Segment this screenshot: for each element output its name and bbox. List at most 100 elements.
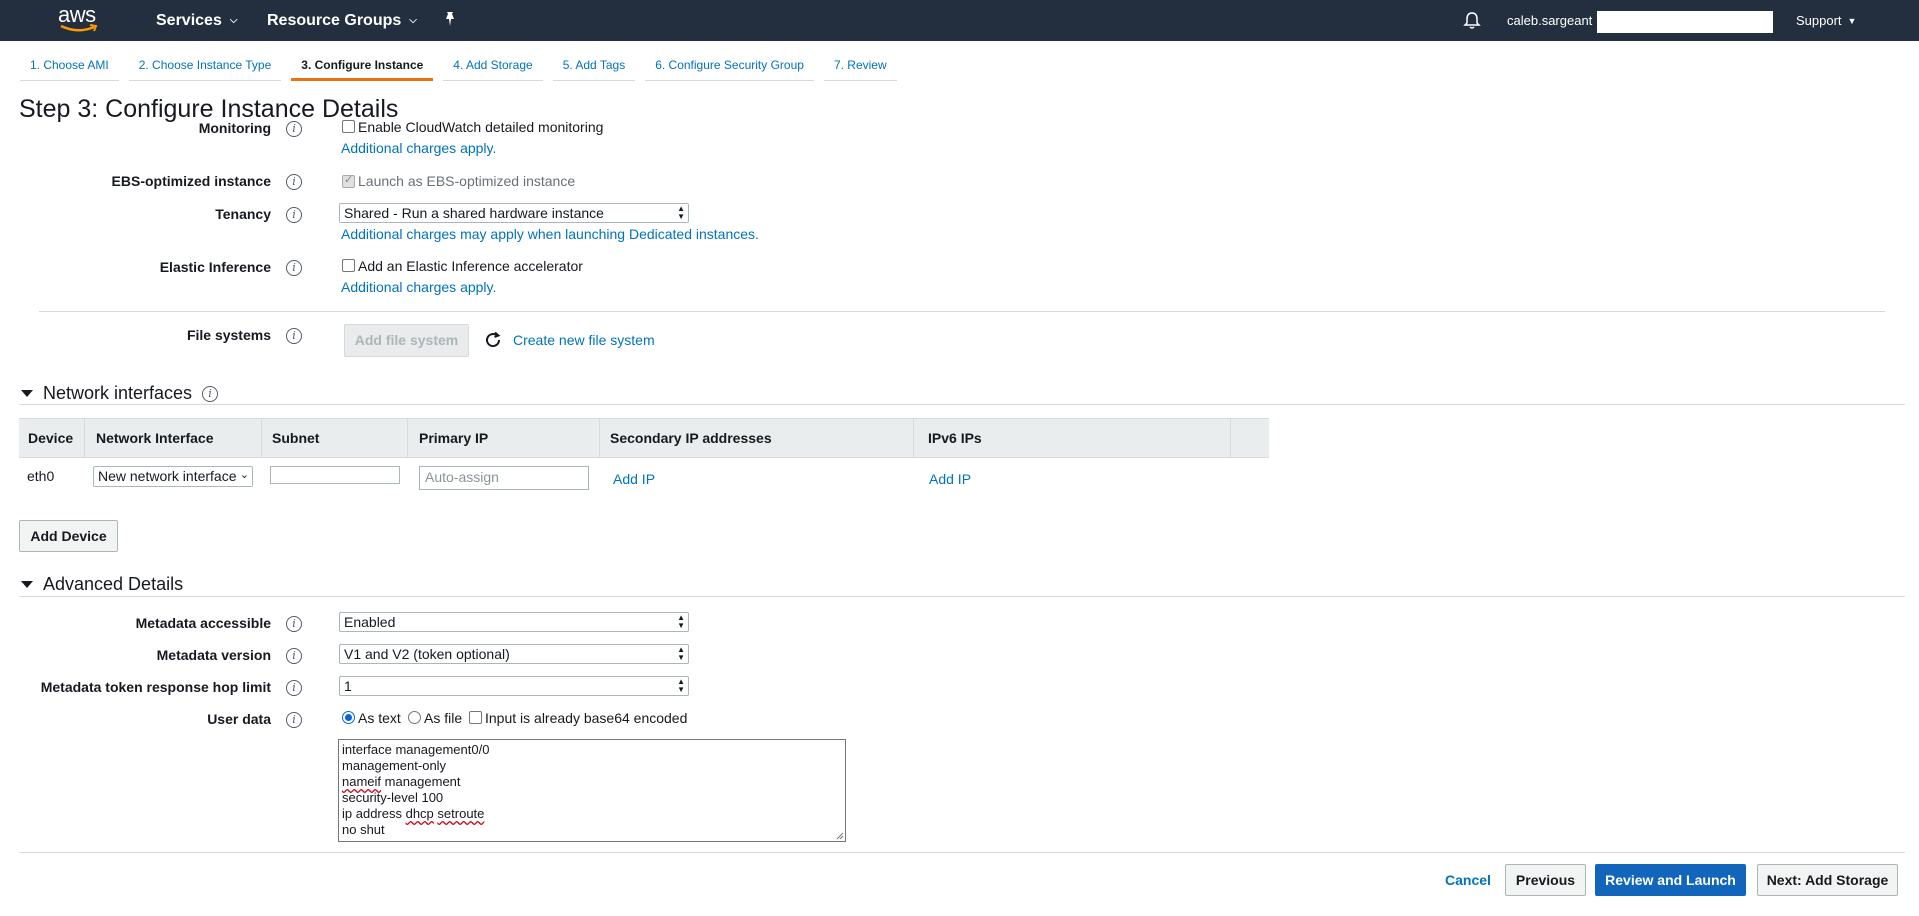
column-header-secondary-ip: Secondary IP addresses — [610, 430, 772, 446]
account-username[interactable]: caleb.sargeant — [1507, 13, 1592, 28]
metadata-accessible-select[interactable]: Enabled ▲ ▼ — [339, 612, 689, 632]
services-menu[interactable]: Services ⌵ — [156, 12, 237, 30]
tab-configure-security-group[interactable]: 6. Configure Security Group — [645, 54, 814, 81]
column-header-device: Device — [28, 430, 74, 446]
metadata-version-value: V1 and V2 (token optional) — [344, 646, 510, 662]
column-separator — [407, 419, 408, 457]
cancel-link[interactable]: Cancel — [1445, 872, 1491, 888]
add-device-button[interactable]: Add Device — [19, 520, 118, 552]
subnet-input[interactable] — [270, 466, 400, 484]
aws-smile-icon — [60, 24, 98, 32]
create-file-system-link[interactable]: Create new file system — [513, 332, 655, 348]
chevron-down-icon: ⌄ — [239, 469, 249, 481]
user-data-line: nameif management — [342, 774, 461, 789]
info-icon[interactable]: i — [286, 121, 302, 137]
add-file-system-button[interactable]: Add file system — [344, 324, 469, 357]
info-icon[interactable]: i — [286, 680, 302, 696]
info-icon[interactable]: i — [202, 385, 219, 402]
as-text-label: As text — [358, 710, 401, 726]
column-header-primary-ip: Primary IP — [419, 430, 489, 446]
select-arrows-icon: ▲ ▼ — [677, 204, 685, 221]
support-menu[interactable]: Support ▼ — [1796, 13, 1856, 28]
spellcheck-word: nameif — [342, 774, 382, 789]
elastic-inference-checkbox[interactable] — [342, 259, 355, 272]
monitoring-charges-link[interactable]: Additional charges apply. — [341, 140, 496, 156]
base64-encoded-label: Input is already base64 encoded — [485, 710, 688, 726]
as-file-radio[interactable] — [408, 711, 421, 724]
refresh-icon[interactable] — [484, 331, 502, 349]
review-and-launch-button[interactable]: Review and Launch — [1595, 864, 1746, 896]
info-icon[interactable]: i — [286, 207, 302, 223]
metadata-accessible-value: Enabled — [344, 614, 396, 630]
next-add-storage-button[interactable]: Next: Add Storage — [1757, 864, 1898, 896]
divider — [19, 852, 1905, 853]
tab-add-tags[interactable]: 5. Add Tags — [552, 54, 636, 81]
select-arrows-icon: ▲ ▼ — [677, 645, 685, 662]
tenancy-charges-link[interactable]: Additional charges may apply when launch… — [341, 226, 759, 242]
resource-groups-menu[interactable]: Resource Groups ⌵ — [267, 12, 417, 30]
info-icon[interactable]: i — [286, 174, 302, 190]
chevron-down-icon: ⌵ — [409, 14, 417, 26]
info-icon[interactable]: i — [286, 648, 302, 664]
advanced-details-header[interactable]: Advanced Details — [21, 574, 183, 595]
tab-choose-instance-type[interactable]: 2. Choose Instance Type — [128, 54, 282, 81]
pin-icon[interactable] — [442, 11, 458, 27]
column-header-network-interface: Network Interface — [96, 430, 214, 446]
tab-choose-ami[interactable]: 1. Choose AMI — [20, 54, 119, 81]
divider — [19, 596, 1905, 597]
info-icon[interactable]: i — [286, 328, 302, 344]
ebs-optimized-checkbox-label: Launch as EBS-optimized instance — [358, 173, 576, 189]
network-interface-value: New network interface — [98, 468, 237, 484]
hop-limit-select[interactable]: 1 ▲ ▼ — [339, 676, 689, 696]
as-file-label: As file — [424, 710, 463, 726]
tenancy-selected-value: Shared - Run a shared hardware instance — [344, 205, 604, 221]
file-systems-label: File systems — [186, 327, 271, 343]
table-header: Device Network Interface Subnet Primary … — [19, 418, 1269, 458]
aws-logo-text: aws — [58, 2, 96, 27]
user-data-textarea[interactable]: interface management0/0 management-only … — [338, 739, 846, 842]
ebs-optimized-label: EBS-optimized instance — [111, 173, 271, 189]
select-arrows-icon: ▲ ▼ — [677, 677, 685, 694]
add-secondary-ip-link[interactable]: Add IP — [613, 471, 655, 487]
select-arrows-icon: ▲ ▼ — [677, 613, 685, 630]
metadata-version-select[interactable]: V1 and V2 (token optional) ▲ ▼ — [339, 644, 689, 664]
info-icon[interactable]: i — [286, 616, 302, 632]
add-ipv6-link[interactable]: Add IP — [929, 471, 971, 487]
column-separator — [84, 419, 85, 457]
resize-handle-icon[interactable] — [836, 832, 844, 840]
bell-icon[interactable] — [1463, 11, 1481, 30]
hop-limit-value: 1 — [344, 678, 352, 694]
as-text-radio[interactable] — [342, 711, 355, 724]
previous-button[interactable]: Previous — [1505, 864, 1586, 896]
network-interfaces-header[interactable]: Network interfaces i — [21, 383, 219, 404]
elastic-inference-charges-link[interactable]: Additional charges apply. — [341, 279, 496, 295]
tab-configure-instance[interactable]: 3. Configure Instance — [291, 54, 434, 81]
spellcheck-word: dhcp — [405, 806, 434, 821]
metadata-accessible-label: Metadata accessible — [135, 615, 271, 631]
cloudwatch-monitoring-checkbox[interactable] — [342, 120, 355, 133]
network-interface-select[interactable]: New network interface ⌄ — [93, 466, 253, 487]
tab-review[interactable]: 7. Review — [823, 54, 897, 81]
wizard-tabs: 1. Choose AMI 2. Choose Instance Type 3.… — [20, 54, 907, 81]
divider — [19, 404, 1905, 405]
column-separator — [599, 419, 600, 457]
info-icon[interactable]: i — [286, 712, 302, 728]
primary-ip-input[interactable]: Auto-assign — [419, 466, 589, 490]
elastic-inference-checkbox-label: Add an Elastic Inference accelerator — [358, 258, 583, 274]
user-data-line: no shut — [342, 822, 385, 837]
aws-logo[interactable]: aws — [58, 4, 102, 36]
column-header-subnet: Subnet — [272, 430, 320, 446]
metadata-version-label: Metadata version — [156, 647, 271, 663]
base64-encoded-checkbox[interactable] — [469, 711, 482, 724]
top-navigation-bar: aws Services ⌵ Resource Groups ⌵ caleb.s… — [0, 0, 1919, 41]
spellcheck-word: setroute — [437, 806, 485, 821]
elastic-inference-label: Elastic Inference — [159, 259, 271, 275]
column-separator — [261, 419, 262, 457]
column-header-ipv6-ips: IPv6 IPs — [928, 430, 982, 446]
ebs-optimized-checkbox[interactable] — [342, 173, 355, 188]
resource-groups-label: Resource Groups — [267, 12, 402, 29]
tab-add-storage[interactable]: 4. Add Storage — [443, 54, 543, 81]
caret-down-icon — [21, 390, 33, 397]
tenancy-select[interactable]: Shared - Run a shared hardware instance … — [339, 203, 689, 223]
info-icon[interactable]: i — [286, 260, 302, 276]
